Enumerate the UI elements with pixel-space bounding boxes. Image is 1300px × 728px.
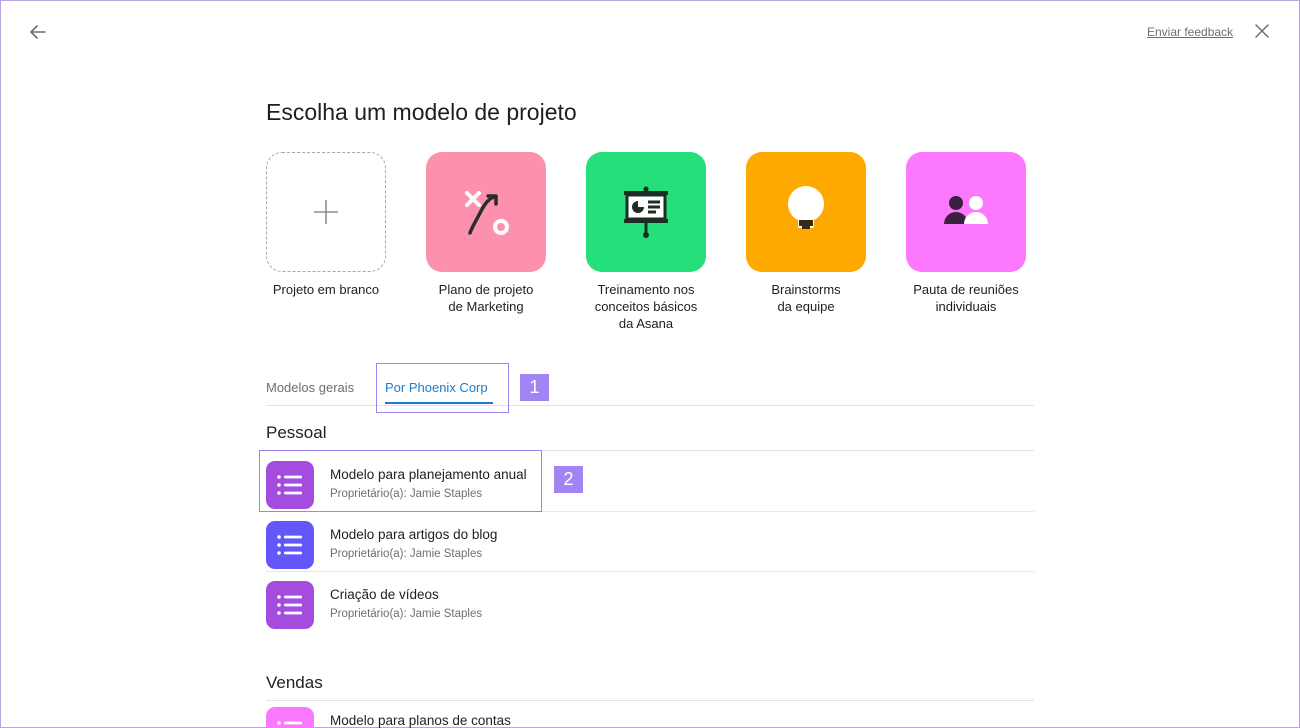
callout-box-2 (259, 450, 542, 512)
tile-one-on-one[interactable]: Pauta de reuniões individuais (906, 152, 1026, 315)
template-row-video-creation[interactable]: Criação de vídeos Proprietário(a): Jamie… (266, 572, 1034, 632)
tile-label: Projeto em branco (272, 282, 380, 297)
callout-number-2: 2 (554, 466, 583, 493)
tile-label: Pauta de reuniões individuais (913, 282, 1019, 314)
plus-icon (314, 200, 338, 224)
template-name: Modelo para planos de contas (330, 713, 511, 728)
close-button[interactable] (1252, 21, 1272, 41)
tile-label: Plano de projeto de Marketing (438, 282, 534, 314)
template-row-account-plans[interactable]: Modelo para planos de contas (266, 698, 1034, 728)
presentation-board-icon (624, 186, 668, 238)
tile-blank-box[interactable] (266, 152, 386, 272)
arrow-left-icon (30, 25, 46, 39)
tile-brainstorm-box[interactable] (746, 152, 866, 272)
section-title-personal: Pessoal (266, 423, 327, 442)
tile-team-brainstorms[interactable]: Brainstorms da equipe (746, 152, 866, 315)
tile-marketing-plan[interactable]: Plano de projeto de Marketing (426, 152, 546, 315)
tile-asana-training[interactable]: Treinamento nos conceitos básicos da Asa… (586, 152, 706, 332)
tab-general-templates[interactable]: Modelos gerais (266, 380, 354, 395)
template-name: Criação de vídeos (330, 587, 439, 602)
tile-one-on-one-box[interactable] (906, 152, 1026, 272)
template-owner: Proprietário(a): Jamie Staples (330, 608, 483, 620)
send-feedback-link[interactable]: Enviar feedback (1147, 25, 1233, 39)
list-icon (266, 521, 314, 569)
close-icon (1255, 24, 1269, 38)
template-owner: Proprietário(a): Jamie Staples (330, 548, 483, 560)
tile-training-box[interactable] (586, 152, 706, 272)
section-title-sales: Vendas (266, 673, 323, 692)
lightbulb-icon (788, 186, 824, 229)
page-title: Escolha um modelo de projeto (266, 99, 577, 125)
tile-label: Treinamento nos conceitos básicos da Asa… (594, 282, 698, 331)
template-row-blog-articles[interactable]: Modelo para artigos do blog Proprietário… (266, 512, 1034, 572)
callout-number-1: 1 (520, 374, 549, 401)
callout-box-1 (376, 363, 509, 413)
strategy-path-icon (465, 191, 509, 235)
list-icon (266, 707, 314, 728)
back-button[interactable] (26, 20, 50, 44)
template-name: Modelo para artigos do blog (330, 527, 498, 542)
tile-marketing-box[interactable] (426, 152, 546, 272)
tile-label: Brainstorms da equipe (771, 282, 841, 314)
two-people-icon (944, 196, 988, 224)
tile-blank-project[interactable]: Projeto em branco (266, 152, 386, 298)
list-icon (266, 581, 314, 629)
